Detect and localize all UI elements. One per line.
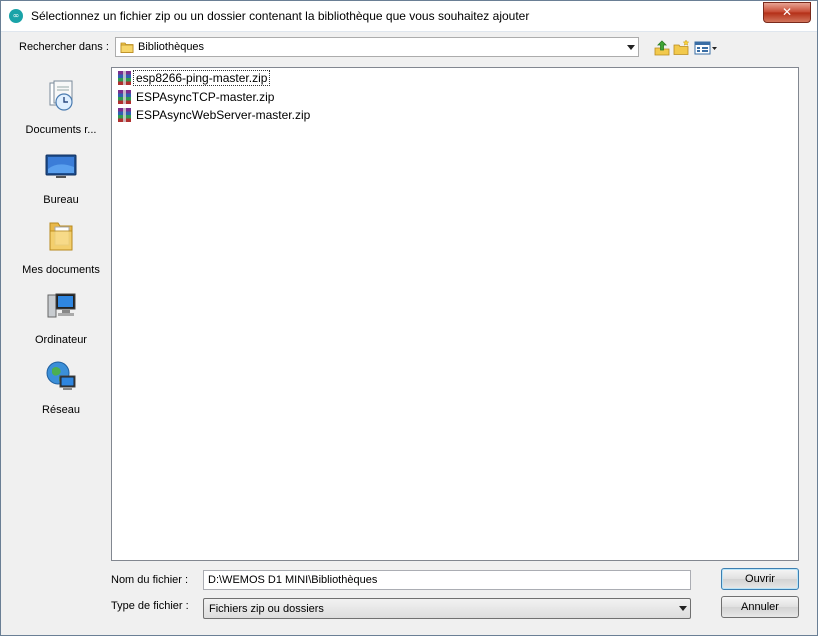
zip-archive-icon bbox=[118, 90, 131, 104]
place-label: Documents r... bbox=[25, 124, 97, 136]
up-one-level-icon bbox=[654, 40, 670, 56]
title-bar[interactable]: ∞ Sélectionnez un fichier zip ou un doss… bbox=[1, 1, 817, 32]
network-icon bbox=[46, 361, 76, 390]
folder-icon bbox=[120, 42, 134, 53]
view-menu-icon bbox=[694, 41, 717, 55]
file-name: ESPAsyncTCP-master.zip bbox=[136, 90, 275, 104]
filetype-select[interactable]: Fichiers zip ou dossiers bbox=[203, 598, 691, 619]
file-name: esp8266-ping-master.zip bbox=[132, 70, 271, 86]
computer-icon bbox=[47, 293, 76, 318]
filename-input[interactable] bbox=[203, 570, 691, 590]
filename-label: Nom du fichier : bbox=[111, 574, 189, 586]
close-icon: ✕ bbox=[781, 5, 793, 19]
place-label: Réseau bbox=[42, 404, 80, 416]
lookin-label: Rechercher dans : bbox=[19, 41, 109, 53]
place-label: Mes documents bbox=[22, 264, 100, 276]
filetype-label: Type de fichier : bbox=[111, 600, 189, 612]
zip-archive-icon bbox=[118, 108, 131, 122]
place-label: Bureau bbox=[43, 194, 79, 206]
my-documents-icon bbox=[49, 222, 73, 251]
zip-archive-icon bbox=[118, 71, 131, 85]
filetype-value: Fichiers zip ou dossiers bbox=[209, 603, 324, 615]
new-folder-icon bbox=[673, 39, 690, 55]
lookin-value: Bibliothèques bbox=[138, 41, 205, 53]
place-my-documents[interactable]: Mes documents bbox=[17, 219, 105, 281]
chevron-down-icon bbox=[679, 606, 687, 611]
places-sidebar: Documents r... Bureau Mes documents Ordi… bbox=[17, 67, 105, 561]
place-network[interactable]: Réseau bbox=[17, 359, 105, 421]
close-button[interactable]: ✕ bbox=[763, 2, 811, 23]
lookin-combo[interactable]: Bibliothèques bbox=[115, 37, 639, 57]
arduino-app-icon: ∞ bbox=[9, 9, 23, 23]
up-one-level-button[interactable] bbox=[653, 39, 671, 57]
new-folder-button[interactable] bbox=[673, 39, 691, 57]
place-recent-documents[interactable]: Documents r... bbox=[17, 79, 105, 141]
file-chooser-dialog: ∞ Sélectionnez un fichier zip ou un doss… bbox=[0, 0, 818, 636]
place-desktop[interactable]: Bureau bbox=[17, 149, 105, 211]
open-button[interactable]: Ouvrir bbox=[721, 568, 799, 590]
cancel-button[interactable]: Annuler bbox=[721, 596, 799, 618]
chevron-down-icon bbox=[627, 45, 635, 50]
file-name: ESPAsyncWebServer-master.zip bbox=[136, 108, 311, 122]
place-computer[interactable]: Ordinateur bbox=[17, 289, 105, 351]
desktop-icon bbox=[45, 154, 77, 178]
window-title: Sélectionnez un fichier zip ou un dossie… bbox=[31, 9, 530, 23]
file-list[interactable]: esp8266-ping-master.zip ESPAsyncTCP-mast… bbox=[111, 67, 799, 561]
view-menu-button[interactable] bbox=[694, 39, 718, 57]
recent-documents-icon bbox=[49, 80, 73, 111]
place-label: Ordinateur bbox=[35, 334, 87, 346]
